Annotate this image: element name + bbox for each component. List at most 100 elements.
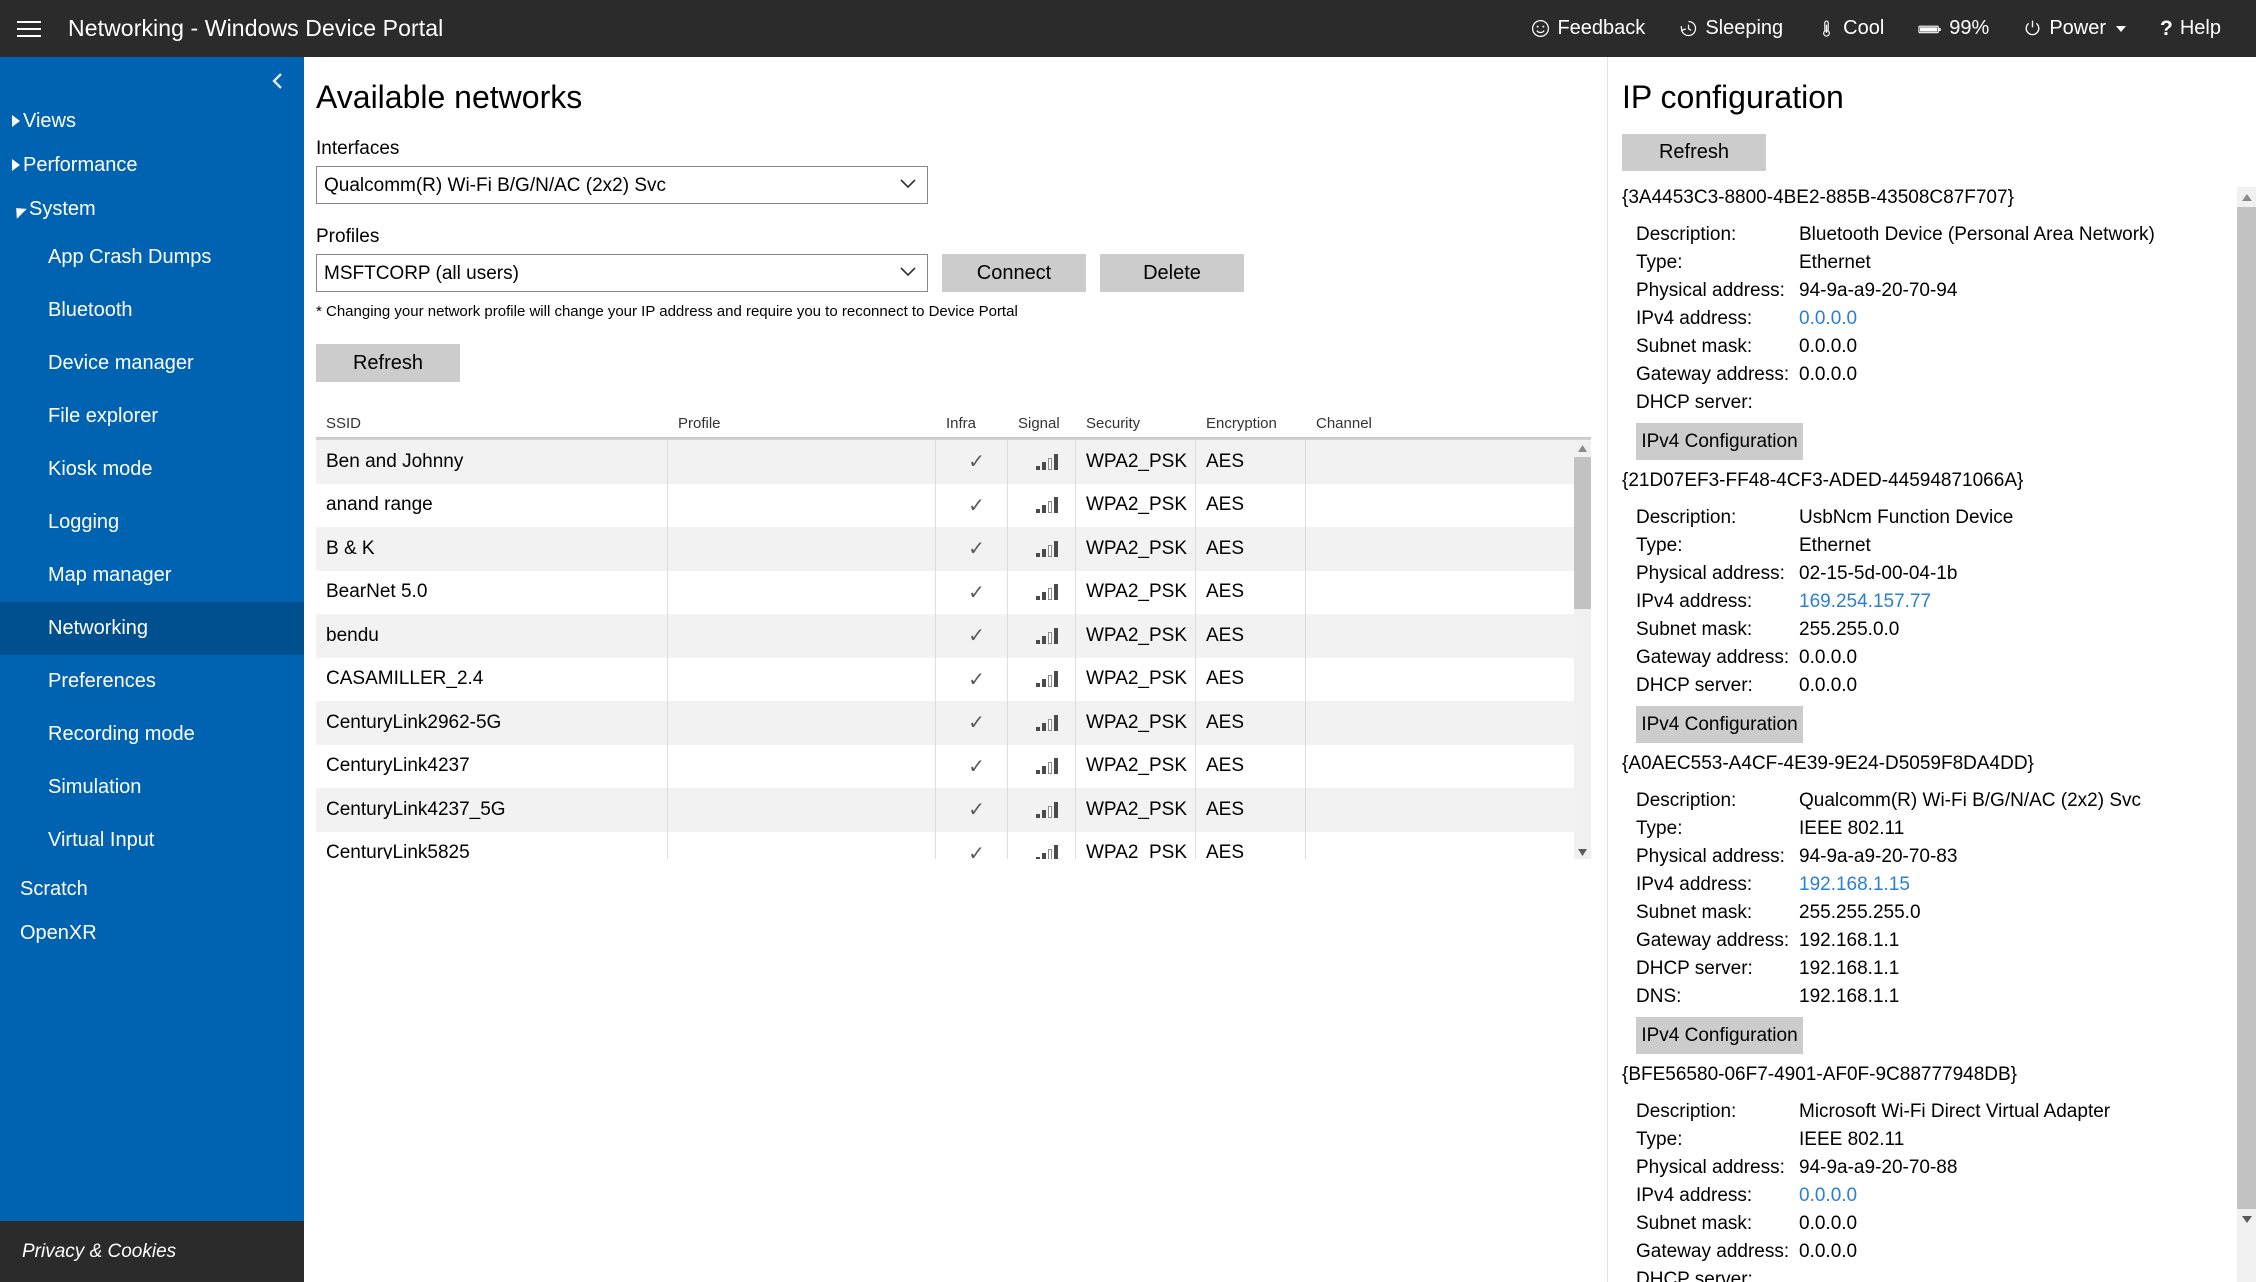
help-button[interactable]: ? Help — [2143, 0, 2238, 57]
adapter-physical-address-value: 94-9a-a9-20-70-83 — [1799, 846, 1958, 867]
cell-profile — [668, 440, 936, 484]
adapter-description-value: Bluetooth Device (Personal Area Network) — [1799, 224, 2155, 245]
ip-configuration-title: IP configuration — [1622, 79, 1844, 115]
sidebar-item-label: Simulation — [48, 776, 142, 798]
cell-signal — [1008, 701, 1076, 745]
table-scrollbar-thumb[interactable] — [1574, 457, 1591, 609]
sidebar-item-kiosk-mode[interactable]: Kiosk mode — [0, 443, 304, 496]
sidebar-item-simulation[interactable]: Simulation — [0, 761, 304, 814]
ip-config-scrollbar[interactable] — [2237, 187, 2256, 1282]
sidebar-item-map-manager[interactable]: Map manager — [0, 549, 304, 602]
adapter-subnet-mask-row: Subnet mask: 0.0.0.0 — [1622, 1210, 2256, 1238]
privacy-cookies-link[interactable]: Privacy & Cookies — [22, 1241, 176, 1263]
adapter-physical-address-label: Physical address: — [1636, 280, 1785, 301]
table-row[interactable]: Ben and Johnny ✓ WPA2_PSK AES — [316, 440, 1574, 484]
ipv4-configuration-button[interactable]: IPv4 Configuration — [1636, 423, 1803, 460]
ipv4-configuration-button[interactable]: IPv4 Configuration — [1636, 1017, 1803, 1054]
cell-ssid: Ben and Johnny — [316, 440, 668, 484]
scroll-down-arrow-icon[interactable] — [1574, 844, 1591, 859]
sidebar-item-logging[interactable]: Logging — [0, 496, 304, 549]
sidebar-item-bluetooth[interactable]: Bluetooth — [0, 284, 304, 337]
top-bar: Networking - Windows Device Portal Feedb… — [0, 0, 2256, 57]
refresh-networks-button[interactable]: Refresh — [316, 344, 460, 382]
table-row[interactable]: anand range ✓ WPA2_PSK AES — [316, 483, 1574, 527]
adapter-ipv4-address-label: IPv4 address: — [1636, 308, 1753, 329]
sidebar-group-system[interactable]: System — [0, 187, 304, 231]
sidebar-item-scratch[interactable]: Scratch — [0, 867, 304, 911]
profile-change-note: * Changing your network profile will cha… — [316, 303, 1018, 320]
cell-encryption: AES — [1196, 440, 1306, 484]
sidebar-item-virtual-input[interactable]: Virtual Input — [0, 814, 304, 867]
table-row[interactable]: B & K ✓ WPA2_PSK AES — [316, 527, 1574, 571]
power-icon — [2023, 19, 2042, 38]
adapter-ipv4-address-row: IPv4 address: 0.0.0.0 — [1622, 1182, 2256, 1210]
sidebar-item-openxr[interactable]: OpenXR — [0, 911, 304, 955]
table-row[interactable]: CenturyLink4237_5G ✓ WPA2_PSK AES — [316, 788, 1574, 832]
sidebar-item-label: Device manager — [48, 352, 194, 374]
sidebar-item-device-manager[interactable]: Device manager — [0, 337, 304, 390]
adapter-ipv4-address-value[interactable]: 192.168.1.15 — [1799, 871, 1910, 899]
ipv4-configuration-button[interactable]: IPv4 Configuration — [1636, 706, 1803, 743]
cell-encryption: AES — [1196, 614, 1306, 658]
ip-config-scrollbar-thumb[interactable] — [2237, 207, 2256, 1209]
adapter-description-label: Description: — [1636, 507, 1737, 528]
sleep-state-button[interactable]: Sleeping — [1662, 0, 1800, 57]
sidebar-group-performance[interactable]: Performance — [0, 143, 304, 187]
adapter-ipv4-address-value[interactable]: 0.0.0.0 — [1799, 305, 1857, 333]
adapter-type-label: Type: — [1636, 1129, 1683, 1150]
cell-security: WPA2_PSK — [1076, 701, 1196, 745]
table-scrollbar[interactable] — [1574, 440, 1591, 859]
cell-encryption: AES — [1196, 570, 1306, 614]
sidebar-collapse-button[interactable] — [260, 65, 296, 101]
scroll-down-arrow-icon[interactable] — [2237, 1209, 2256, 1229]
profiles-select[interactable]: MSFTCORP (all users) — [316, 254, 928, 292]
table-row[interactable]: BearNet 5.0 ✓ WPA2_PSK AES — [316, 570, 1574, 614]
cell-ssid: bendu — [316, 614, 668, 658]
adapter-ipv4-address-value[interactable]: 169.254.157.77 — [1799, 588, 1931, 616]
column-header-encryption: Encryption — [1206, 415, 1277, 432]
cell-profile — [668, 570, 936, 614]
signal-strength-icon — [1035, 801, 1058, 818]
table-row[interactable]: CenturyLink4237 ✓ WPA2_PSK AES — [316, 744, 1574, 788]
scroll-up-arrow-icon[interactable] — [1574, 440, 1591, 457]
interfaces-select[interactable]: Qualcomm(R) Wi-Fi B/G/N/AC (2x2) Svc — [316, 166, 928, 204]
adapter-description-label: Description: — [1636, 224, 1737, 245]
checkmark-icon: ✓ — [968, 799, 985, 822]
table-row[interactable]: CenturyLink2962-5G ✓ WPA2_PSK AES — [316, 701, 1574, 745]
signal-strength-icon — [1035, 497, 1058, 514]
power-menu-button[interactable]: Power — [2006, 0, 2143, 57]
delete-button[interactable]: Delete — [1100, 254, 1244, 292]
table-row[interactable]: CenturyLink5825 ✓ WPA2_PSK AES — [316, 831, 1574, 859]
cell-signal — [1008, 744, 1076, 788]
cell-signal — [1008, 614, 1076, 658]
adapter-guid: {A0AEC553-A4CF-4E39-9E24-D5059F8DA4DD} — [1622, 753, 2034, 774]
hamburger-menu-icon[interactable] — [0, 0, 58, 57]
adapter-dns-label: DNS: — [1636, 986, 1682, 1007]
adapter-description-value: Qualcomm(R) Wi-Fi B/G/N/AC (2x2) Svc — [1799, 790, 2142, 811]
temperature-button[interactable]: Cool — [1800, 0, 1901, 57]
sidebar-item-networking[interactable]: Networking — [0, 602, 304, 655]
sidebar-item-app-crash-dumps[interactable]: App Crash Dumps — [0, 231, 304, 284]
table-row[interactable]: CASAMILLER_2.4 ✓ WPA2_PSK AES — [316, 657, 1574, 701]
table-row[interactable]: bendu ✓ WPA2_PSK AES — [316, 614, 1574, 658]
sidebar-item-recording-mode[interactable]: Recording mode — [0, 708, 304, 761]
adapter-description-value: Microsoft Wi-Fi Direct Virtual Adapter — [1799, 1101, 2111, 1122]
battery-status[interactable]: 99% — [1901, 0, 2006, 57]
adapter-type-row: Type: IEEE 802.11 — [1622, 815, 2256, 843]
sidebar-group-views[interactable]: Views — [0, 99, 304, 143]
signal-strength-icon — [1035, 758, 1058, 775]
scroll-up-arrow-icon[interactable] — [2237, 187, 2256, 207]
sidebar-item-preferences[interactable]: Preferences — [0, 655, 304, 708]
smiley-icon — [1531, 19, 1550, 38]
adapter-description-value: UsbNcm Function Device — [1799, 507, 2014, 528]
adapter-physical-address-label: Physical address: — [1636, 846, 1785, 867]
connect-button[interactable]: Connect — [942, 254, 1086, 292]
sidebar-item-file-explorer[interactable]: File explorer — [0, 390, 304, 443]
column-header-infra: Infra — [946, 415, 977, 432]
refresh-ip-config-button[interactable]: Refresh — [1622, 134, 1766, 171]
available-networks-table: SSID Profile Infra Signal Security Encry… — [316, 408, 1591, 859]
adapter-type-row: Type: Ethernet — [1622, 532, 2256, 560]
table-scroll-region: Ben and Johnny ✓ WPA2_PSK AES anand range ✓ WP… — [316, 438, 1591, 859]
feedback-button[interactable]: Feedback — [1514, 0, 1662, 57]
adapter-ipv4-address-value[interactable]: 0.0.0.0 — [1799, 1182, 1857, 1210]
